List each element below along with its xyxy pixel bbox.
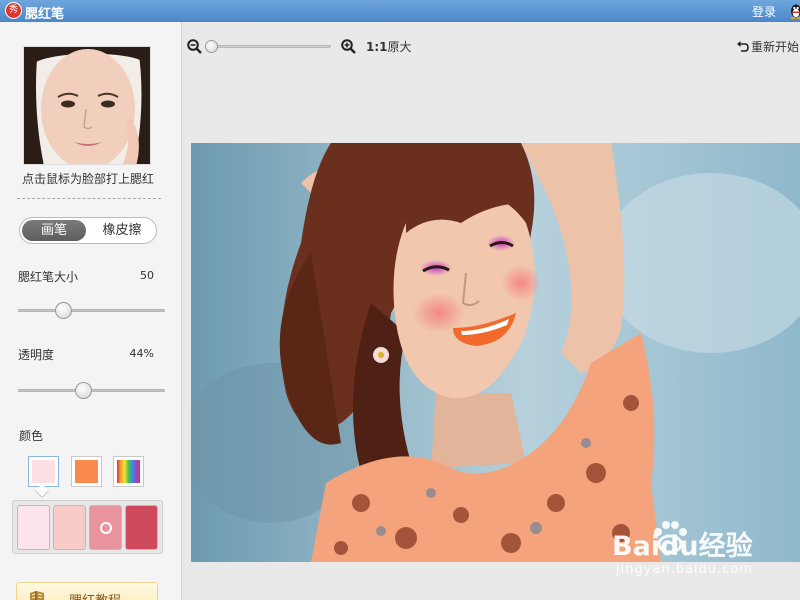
undo-icon	[737, 41, 749, 52]
restart-label: 重新开始	[751, 40, 800, 54]
face-thumbnail	[23, 46, 151, 165]
login-link[interactable]: 登录	[752, 3, 776, 20]
ratio-value: 1:1	[366, 40, 388, 54]
palette-color-1[interactable]	[17, 505, 50, 550]
main-canvas-area: 1:1原大 重新开始 Baidu经验 jingyan.baidu.com	[183, 22, 800, 600]
app-title: 腮红笔	[25, 7, 65, 22]
opacity-label: 透明度	[18, 348, 55, 362]
preset-pink-swatch	[32, 460, 55, 483]
zoom-slider[interactable]	[205, 40, 331, 53]
blush-tutorial-button[interactable]: 腮红教程	[16, 582, 158, 600]
sidebar: 点击鼠标为脸部打上腮红 画笔 橡皮擦 腮红笔大小 50 透明度 44% 颜色	[0, 22, 182, 600]
hint-text: 点击鼠标为脸部打上腮红	[21, 172, 154, 186]
qq-penguin-icon[interactable]	[788, 2, 800, 19]
color-tab-orange[interactable]	[71, 456, 102, 487]
zoom-in-icon[interactable]	[341, 39, 356, 54]
palette-color-3[interactable]	[89, 505, 122, 550]
brush-size-slider[interactable]	[18, 302, 165, 319]
opacity-value: 44%	[129, 347, 154, 360]
zoom-toolbar: 1:1原大 重新开始	[183, 30, 800, 60]
ratio-text: 原大	[387, 40, 412, 54]
brush-mode-button[interactable]: 画笔	[22, 220, 86, 241]
color-tab-rainbow[interactable]	[113, 456, 144, 487]
color-palette	[12, 500, 163, 554]
palette-color-4[interactable]	[125, 505, 158, 550]
watermark-text: Baidu经验	[612, 531, 753, 562]
zoom-out-icon[interactable]	[187, 39, 202, 54]
color-tab-preset[interactable]	[28, 456, 59, 487]
brush-size-label: 腮红笔大小	[18, 270, 79, 284]
orange-swatch	[75, 460, 98, 483]
mode-toggle: 画笔 橡皮擦	[19, 217, 157, 244]
title-bar: 秀 腮红笔 登录	[0, 0, 800, 22]
baidu-watermark: Baidu经验 jingyan.baidu.com	[612, 520, 800, 580]
divider	[17, 198, 161, 199]
opacity-slider-handle[interactable]	[74, 382, 92, 399]
tutorial-label: 腮红教程	[69, 590, 121, 600]
rainbow-swatch	[117, 460, 140, 483]
eraser-mode-button[interactable]: 橡皮擦	[90, 220, 154, 241]
brush-size-slider-handle[interactable]	[54, 302, 72, 319]
actual-size-button[interactable]: 1:1原大	[366, 38, 412, 55]
book-icon	[30, 591, 44, 600]
color-label: 颜色	[19, 429, 44, 443]
watermark-url: jingyan.baidu.com	[616, 562, 753, 577]
opacity-slider[interactable]	[18, 382, 165, 399]
brush-size-value: 50	[140, 269, 154, 282]
woman-smiling-photo[interactable]	[191, 143, 800, 562]
app-logo: 秀	[5, 2, 22, 19]
selected-indicator	[100, 522, 112, 534]
zoom-slider-handle[interactable]	[205, 40, 218, 53]
palette-color-2[interactable]	[53, 505, 86, 550]
restart-button[interactable]: 重新开始	[736, 38, 799, 55]
